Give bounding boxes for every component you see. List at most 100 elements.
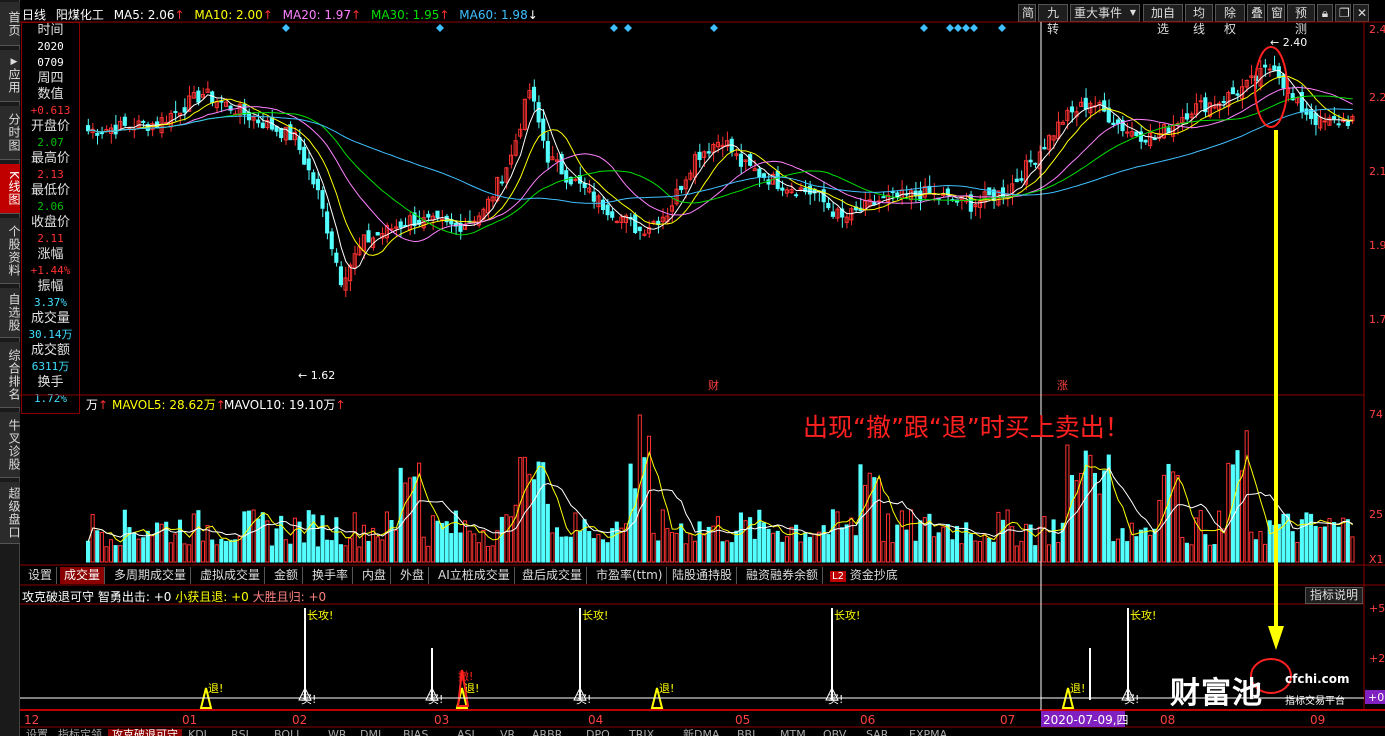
bottom-tab[interactable]: BIAS	[399, 729, 432, 736]
signal-diamond-icon	[920, 24, 928, 32]
volume-bar	[660, 509, 665, 563]
tab-hk-connect[interactable]: 陆股通持股	[668, 567, 738, 584]
bottom-tab[interactable]: DPO	[582, 729, 614, 736]
volume-bar	[674, 532, 679, 563]
volume-bar	[844, 524, 849, 563]
volume-bar	[104, 546, 109, 563]
volume-bar	[1161, 474, 1166, 563]
tab-volume[interactable]: 成交量	[60, 567, 106, 584]
date-tick: 04	[588, 713, 603, 727]
volume-bar	[1102, 470, 1107, 563]
cursor-date: 2020-07-09,四	[1043, 713, 1129, 727]
date-axis: 12 01 02 03 04 05 06 07 08 09	[24, 713, 1325, 727]
bottom-tab[interactable]: BBI	[733, 729, 759, 736]
tab-ai-volume[interactable]: AI立桩成交量	[434, 567, 515, 584]
tab-after-hours[interactable]: 盘后成交量	[518, 567, 588, 584]
volume-bar	[127, 527, 132, 563]
bottom-tab[interactable]: WR	[324, 729, 351, 736]
volume-bar	[228, 539, 233, 563]
retreat-label: 退!	[208, 682, 223, 695]
bottom-tab[interactable]: VR	[496, 729, 519, 736]
volume-bar	[702, 533, 707, 563]
candle-body	[297, 137, 302, 151]
candle-body	[375, 232, 380, 236]
volume-bar	[274, 528, 279, 563]
ma5-line	[88, 69, 1353, 270]
signal-diamond-icon	[962, 24, 970, 32]
bottom-tab[interactable]: BOLL	[270, 729, 306, 736]
bottom-tab[interactable]: EXPMA	[905, 729, 951, 736]
ma10-line	[88, 75, 1353, 256]
bottom-tab[interactable]: ARBR	[528, 729, 566, 736]
volume-bar	[1184, 542, 1189, 563]
kline-chart[interactable]: 2.4 2.2 2.1 1.9 1.7 74 25 X1 +5 +2 +0 长攻…	[0, 0, 1385, 736]
candle-body	[679, 185, 684, 191]
indicator-explain-button[interactable]: 指标说明	[1305, 587, 1363, 604]
volume-bar	[775, 530, 780, 563]
bottom-tab[interactable]: 攻克破退可守	[108, 729, 182, 736]
volume-bar	[173, 533, 178, 563]
candle-body	[86, 125, 91, 132]
volume-bar	[945, 524, 950, 563]
tab-outer[interactable]: 外盘	[396, 567, 430, 584]
volume-bar	[1042, 516, 1047, 563]
volume-bar	[803, 532, 808, 563]
volume-bar	[849, 517, 854, 563]
tab-pe[interactable]: 市盈率(ttm)	[592, 567, 668, 584]
bottom-tab[interactable]: MTM	[776, 729, 810, 736]
volume-bar	[1028, 524, 1033, 563]
bottom-tab[interactable]: OBV	[819, 729, 850, 736]
volume-bar	[1217, 510, 1222, 563]
bottom-tab[interactable]: KDJ	[184, 729, 211, 736]
volume-bar	[683, 543, 688, 563]
volume-bar	[720, 541, 725, 563]
bottom-tab[interactable]: TRIX	[625, 729, 658, 736]
bottom-tab[interactable]: DMI	[356, 729, 385, 736]
volume-bar	[389, 520, 394, 563]
tab-virtual-volume[interactable]: 虚拟成交量	[196, 567, 266, 584]
tab-multi-volume[interactable]: 多周期成交量	[110, 567, 192, 584]
candle-body	[637, 226, 642, 232]
volume-layer	[86, 414, 1355, 563]
bottom-tab[interactable]: SAR	[862, 729, 892, 736]
candle-body	[1019, 178, 1024, 181]
tab-margin[interactable]: 融资融券余额	[742, 567, 824, 584]
bottom-tab[interactable]: ASI	[453, 729, 479, 736]
volume-bar	[1318, 527, 1323, 563]
volume-bar	[1125, 541, 1130, 563]
tab-amount[interactable]: 金额	[270, 567, 304, 584]
volume-bar	[807, 536, 812, 563]
candle-body	[398, 221, 403, 228]
price-annotations: ← 2.40 ← 1.62 财 涨	[298, 36, 1307, 392]
tab-settings[interactable]: 设置	[24, 567, 58, 584]
tab-bottom-fishing[interactable]: L2 资金抄底	[826, 567, 902, 584]
volume-bar	[486, 545, 491, 563]
volume-bar	[522, 456, 527, 563]
tab-turnover[interactable]: 换手率	[308, 567, 354, 584]
volume-bar	[996, 511, 1001, 563]
volume-bar	[651, 532, 656, 563]
tab-inner[interactable]: 内盘	[358, 567, 392, 584]
volume-bar	[458, 532, 463, 563]
volume-bar	[1189, 544, 1194, 563]
volume-bar	[1097, 493, 1102, 563]
volume-bar	[890, 542, 895, 563]
bottom-tab[interactable]: RSI	[227, 729, 253, 736]
bottom-tab[interactable]: 设置	[22, 729, 52, 736]
volume-bar	[260, 512, 265, 563]
volume-bar	[591, 538, 596, 563]
signal-diamond-icon	[282, 24, 290, 32]
volume-bar	[325, 539, 330, 563]
vol-tick: X1	[1369, 553, 1384, 566]
volume-bar	[771, 532, 776, 563]
limit-up-marker: 涨	[1057, 379, 1068, 392]
candle-body	[306, 158, 311, 171]
candle-body	[256, 119, 261, 124]
bottom-tab[interactable]: 指标定领	[54, 729, 106, 736]
volume-bar	[1134, 536, 1139, 563]
watermark-sub: 指标交易平台	[1285, 696, 1345, 707]
volume-bar	[283, 539, 288, 563]
volume-bar	[757, 509, 762, 563]
volume-bar	[899, 510, 904, 563]
bottom-tab[interactable]: 新DMA	[679, 729, 724, 736]
